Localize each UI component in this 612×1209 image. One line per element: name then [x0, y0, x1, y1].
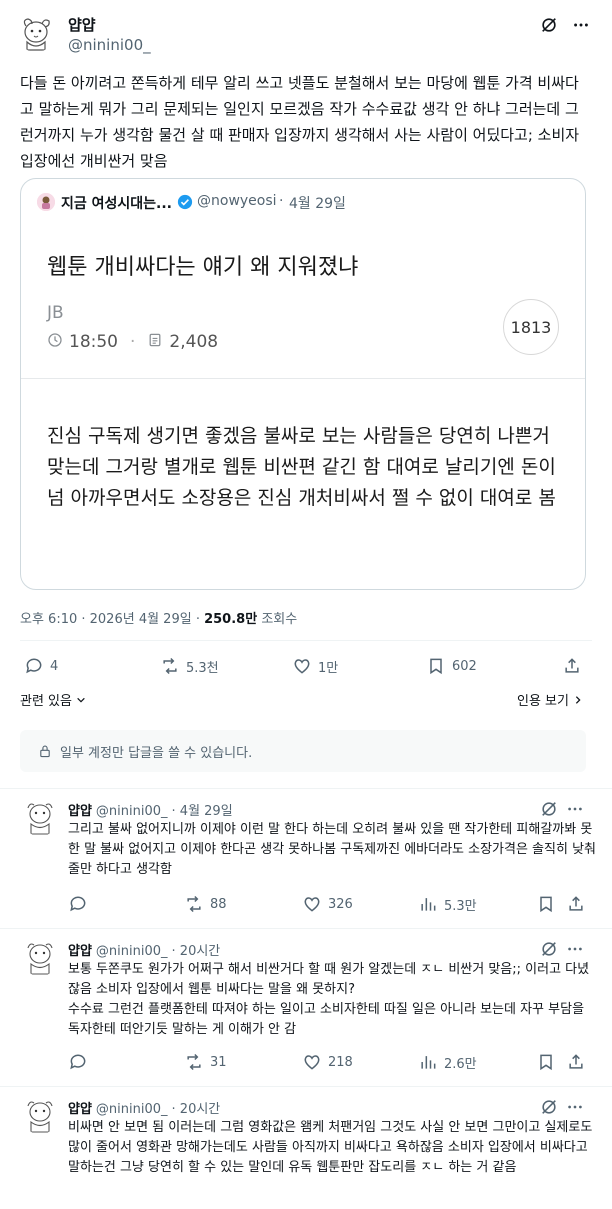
share-button[interactable]	[566, 1052, 586, 1072]
quoted-tweet[interactable]: 지금 여성시대는... @nowyeosi · 4월 29일 웹툰 개비싸다는 …	[20, 178, 586, 590]
quoted-body: 진심 구독제 생기면 좋겠음 불싸로 보는 사람들은 당연히 나쁜거 맞는데 그…	[47, 425, 556, 509]
document-icon	[147, 332, 163, 352]
share-icon	[565, 658, 579, 673]
quoted-author-handle: @nowyeosi	[197, 193, 277, 209]
reply-button[interactable]: 4	[24, 656, 58, 676]
clock-icon	[47, 332, 63, 352]
reply-body: 보통 두쫀쿠도 원가가 어쩌구 해서 비싼거다 할 때 원가 알겠는데 ㅈㄴ 비…	[68, 962, 590, 1037]
share-icon	[569, 896, 583, 911]
quoted-headline: 웹툰 개비싸다는 얘기 왜 지워졌냐	[47, 255, 359, 280]
share-button[interactable]	[562, 656, 582, 676]
chevron-right-icon	[575, 695, 581, 704]
reply-body: 비싸면 안 보면 됨 이러는데 그럼 영화값은 왬케 처팬거임 그것도 사실 안…	[68, 1120, 593, 1175]
retweet-icon	[187, 1053, 201, 1071]
like-button[interactable]: 326	[302, 894, 353, 914]
reply-button[interactable]	[68, 894, 88, 914]
comment-count-badge: 1813	[503, 299, 559, 355]
quoted-date: 4월 29일	[289, 196, 346, 212]
reply-restriction-notice: 일부 계정만 답글을 쓸 수 있습니다.	[20, 730, 586, 772]
bookmark-button[interactable]: 602	[426, 656, 477, 676]
reply-icon	[70, 1054, 86, 1070]
verified-badge-icon	[177, 194, 193, 214]
reply-button[interactable]	[68, 1052, 88, 1072]
reply-header: 얍얍 @ninini00_ · 20시간	[68, 1102, 221, 1117]
bookmark-button[interactable]	[536, 1052, 556, 1072]
tweet-body: 다들 돈 아끼려고 쫀득하게 테무 알리 쓰고 넷플도 분철해서 보는 마당에 …	[20, 74, 580, 170]
quoted-avatar	[37, 193, 55, 211]
retweet-button[interactable]: 88	[184, 894, 227, 914]
grok-icon[interactable]	[540, 1098, 558, 1120]
reply-header: 얍얍 @ninini00_ · 4월 29일	[68, 804, 233, 819]
quoted-author-name: 지금 여성시대는...	[61, 196, 172, 212]
quoted-meta: 18:50 · 2,408	[47, 332, 218, 352]
more-icon[interactable]	[572, 16, 590, 38]
author-avatar[interactable]	[16, 12, 56, 52]
share-icon	[569, 1054, 583, 1069]
grok-icon[interactable]	[540, 16, 558, 38]
retweet-icon	[187, 895, 201, 913]
quoted-tag: JB	[47, 303, 64, 323]
reply-body: 그리고 불싸 없어지니까 이제야 이런 말 한다 하는데 오히려 불싸 있을 땐…	[68, 822, 596, 877]
reply-icon	[26, 658, 42, 674]
quoted-time: 18:50	[69, 332, 118, 352]
related-dropdown[interactable]: 관련 있음	[20, 690, 86, 709]
like-icon	[304, 897, 320, 912]
more-icon[interactable]	[566, 1098, 584, 1120]
reply-icon	[70, 896, 86, 912]
views-icon	[421, 1056, 436, 1069]
grok-icon[interactable]	[540, 940, 558, 962]
author-name[interactable]: 얍얍	[68, 14, 96, 35]
quoted-count: 2,408	[169, 332, 219, 352]
view-quotes-link[interactable]: 인용 보기	[517, 690, 583, 709]
grok-icon[interactable]	[540, 800, 558, 822]
tweet-timestamp: 오후 6:10 · 2026년 4월 29일 · 250.8만 조회수	[20, 612, 298, 627]
reply-avatar[interactable]	[20, 1094, 60, 1134]
reply-avatar[interactable]	[20, 796, 60, 836]
like-button[interactable]: 1만	[292, 656, 338, 676]
retweet-icon	[163, 657, 177, 675]
bookmark-icon	[430, 658, 442, 675]
author-handle[interactable]: @ninini00_	[68, 36, 151, 54]
views-count: 250.8만	[204, 612, 258, 627]
like-button[interactable]: 218	[302, 1052, 353, 1072]
like-icon	[304, 1055, 320, 1070]
retweet-button[interactable]: 31	[184, 1052, 227, 1072]
like-icon	[294, 659, 310, 674]
chevron-down-icon	[77, 697, 85, 703]
more-icon[interactable]	[566, 800, 584, 822]
bookmark-icon	[540, 1054, 552, 1071]
lock-icon	[40, 745, 50, 758]
more-icon[interactable]	[566, 940, 584, 962]
views-button[interactable]: 2.6만	[418, 1052, 477, 1072]
share-button[interactable]	[566, 894, 586, 914]
views-button[interactable]: 5.3만	[418, 894, 477, 914]
retweet-button[interactable]: 5.3천	[160, 656, 219, 676]
views-icon	[421, 898, 436, 911]
bookmark-icon	[540, 896, 552, 913]
reply-header: 얍얍 @ninini00_ · 20시간	[68, 944, 221, 959]
bookmark-button[interactable]	[536, 894, 556, 914]
reply-avatar[interactable]	[20, 936, 60, 976]
